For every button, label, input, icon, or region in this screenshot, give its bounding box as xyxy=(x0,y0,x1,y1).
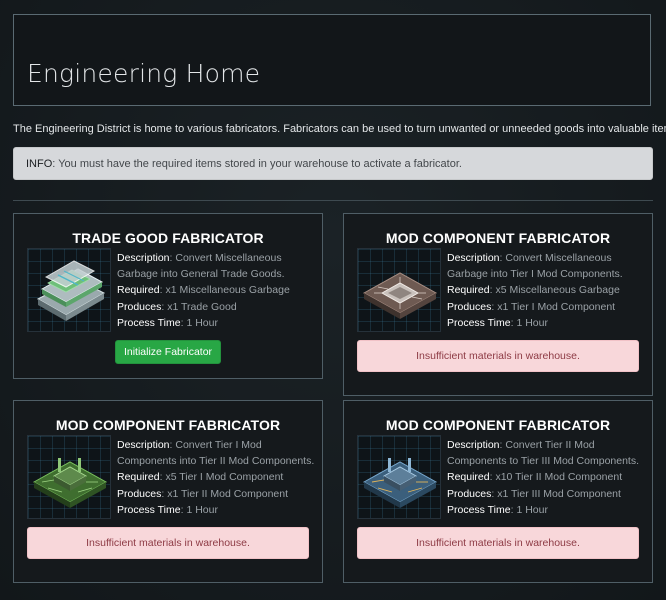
required-value: : x10 Tier II Mod Component xyxy=(489,471,623,484)
description-label: Description xyxy=(117,439,170,451)
card-details: Description: Convert Miscellaneous Garba… xyxy=(117,250,317,331)
process-time-value: : 1 Hour xyxy=(510,316,548,329)
card-title: MOD COMPONENT FABRICATOR xyxy=(385,417,611,433)
process-time-row: Process Time: 1 Hour xyxy=(117,315,317,331)
page-header: Engineering Home xyxy=(13,14,651,106)
insufficient-materials-alert: Insufficient materials in warehouse. xyxy=(27,527,309,559)
card-title: MOD COMPONENT FABRICATOR xyxy=(385,230,611,246)
produces-row: Produces: x1 Trade Good xyxy=(117,299,317,315)
circuit-chip-icon xyxy=(357,248,441,332)
circuit-chip-icon xyxy=(27,435,111,519)
intro-text: The Engineering District is home to vari… xyxy=(13,123,666,135)
required-label: Required xyxy=(117,471,160,484)
produces-row: Produces: x1 Tier III Mod Component xyxy=(447,486,647,502)
card-details: Description: Convert Tier II Mod Compone… xyxy=(447,437,647,518)
produces-value: : x1 Tier III Mod Component xyxy=(491,487,621,500)
required-row: Required: x1 Miscellaneous Garbage xyxy=(117,282,317,298)
description-row: Description: Convert Miscellaneous Garba… xyxy=(117,250,317,282)
required-value: : x5 Tier I Mod Component xyxy=(159,471,284,484)
initialize-fabricator-button[interactable]: Initialize Fabricator xyxy=(115,340,221,364)
description-row: Description: Convert Miscellaneous Garba… xyxy=(447,250,647,282)
description-label: Description xyxy=(117,252,170,264)
process-time-row: Process Time: 1 Hour xyxy=(447,315,647,331)
fabricator-card-mod-tier3: MOD COMPONENT FABRICATOR Description: Co… xyxy=(343,400,653,583)
description-label: Description xyxy=(447,252,500,264)
trade-goods-icon xyxy=(27,248,111,332)
divider xyxy=(13,200,653,201)
produces-value: : x1 Tier II Mod Component xyxy=(161,487,289,500)
process-time-label: Process Time xyxy=(117,316,181,329)
produces-value: : x1 Tier I Mod Component xyxy=(491,300,616,313)
fabricator-card-mod-tier1: MOD COMPONENT FABRICATOR Description: Co… xyxy=(343,213,653,396)
produces-value: : x1 Trade Good xyxy=(161,300,237,313)
card-details: Description: Convert Miscellaneous Garba… xyxy=(447,250,647,331)
produces-label: Produces xyxy=(447,300,492,313)
required-label: Required xyxy=(117,284,160,297)
card-details: Description: Convert Tier I Mod Componen… xyxy=(117,437,317,518)
process-time-value: : 1 Hour xyxy=(510,503,548,516)
required-row: Required: x5 Tier I Mod Component xyxy=(117,469,317,485)
insufficient-materials-alert: Insufficient materials in warehouse. xyxy=(357,527,639,559)
required-label: Required xyxy=(447,284,490,297)
process-time-value: : 1 Hour xyxy=(180,316,218,329)
process-time-label: Process Time xyxy=(117,503,181,516)
info-alert: INFO: You must have the required items s… xyxy=(13,147,653,180)
required-row: Required: x5 Miscellaneous Garbage xyxy=(447,282,647,298)
process-time-row: Process Time: 1 Hour xyxy=(117,502,317,518)
info-label: INFO xyxy=(26,158,53,170)
card-title: TRADE GOOD FABRICATOR xyxy=(72,230,264,246)
required-row: Required: x10 Tier II Mod Component xyxy=(447,469,647,485)
circuit-chip-icon xyxy=(357,435,441,519)
card-title: MOD COMPONENT FABRICATOR xyxy=(55,417,281,433)
fabricator-card-trade-good: TRADE GOOD FABRICATOR Description: Conve… xyxy=(13,213,323,379)
process-time-row: Process Time: 1 Hour xyxy=(447,502,647,518)
description-label: Description xyxy=(447,439,500,451)
description-row: Description: Convert Tier II Mod Compone… xyxy=(447,437,647,469)
info-text: : You must have the required items store… xyxy=(52,158,462,170)
produces-label: Produces xyxy=(117,487,162,500)
required-label: Required xyxy=(447,471,490,484)
description-row: Description: Convert Tier I Mod Componen… xyxy=(117,437,317,469)
process-time-label: Process Time xyxy=(447,503,511,516)
required-value: : x1 Miscellaneous Garbage xyxy=(159,284,290,297)
produces-row: Produces: x1 Tier I Mod Component xyxy=(447,299,647,315)
process-time-label: Process Time xyxy=(447,316,511,329)
produces-row: Produces: x1 Tier II Mod Component xyxy=(117,486,317,502)
insufficient-materials-alert: Insufficient materials in warehouse. xyxy=(357,340,639,372)
produces-label: Produces xyxy=(117,300,162,313)
process-time-value: : 1 Hour xyxy=(180,503,218,516)
produces-label: Produces xyxy=(447,487,492,500)
required-value: : x5 Miscellaneous Garbage xyxy=(489,284,620,297)
page-title: Engineering Home xyxy=(27,59,261,88)
fabricator-card-mod-tier2: MOD COMPONENT FABRICATOR Description: Co… xyxy=(13,400,323,583)
